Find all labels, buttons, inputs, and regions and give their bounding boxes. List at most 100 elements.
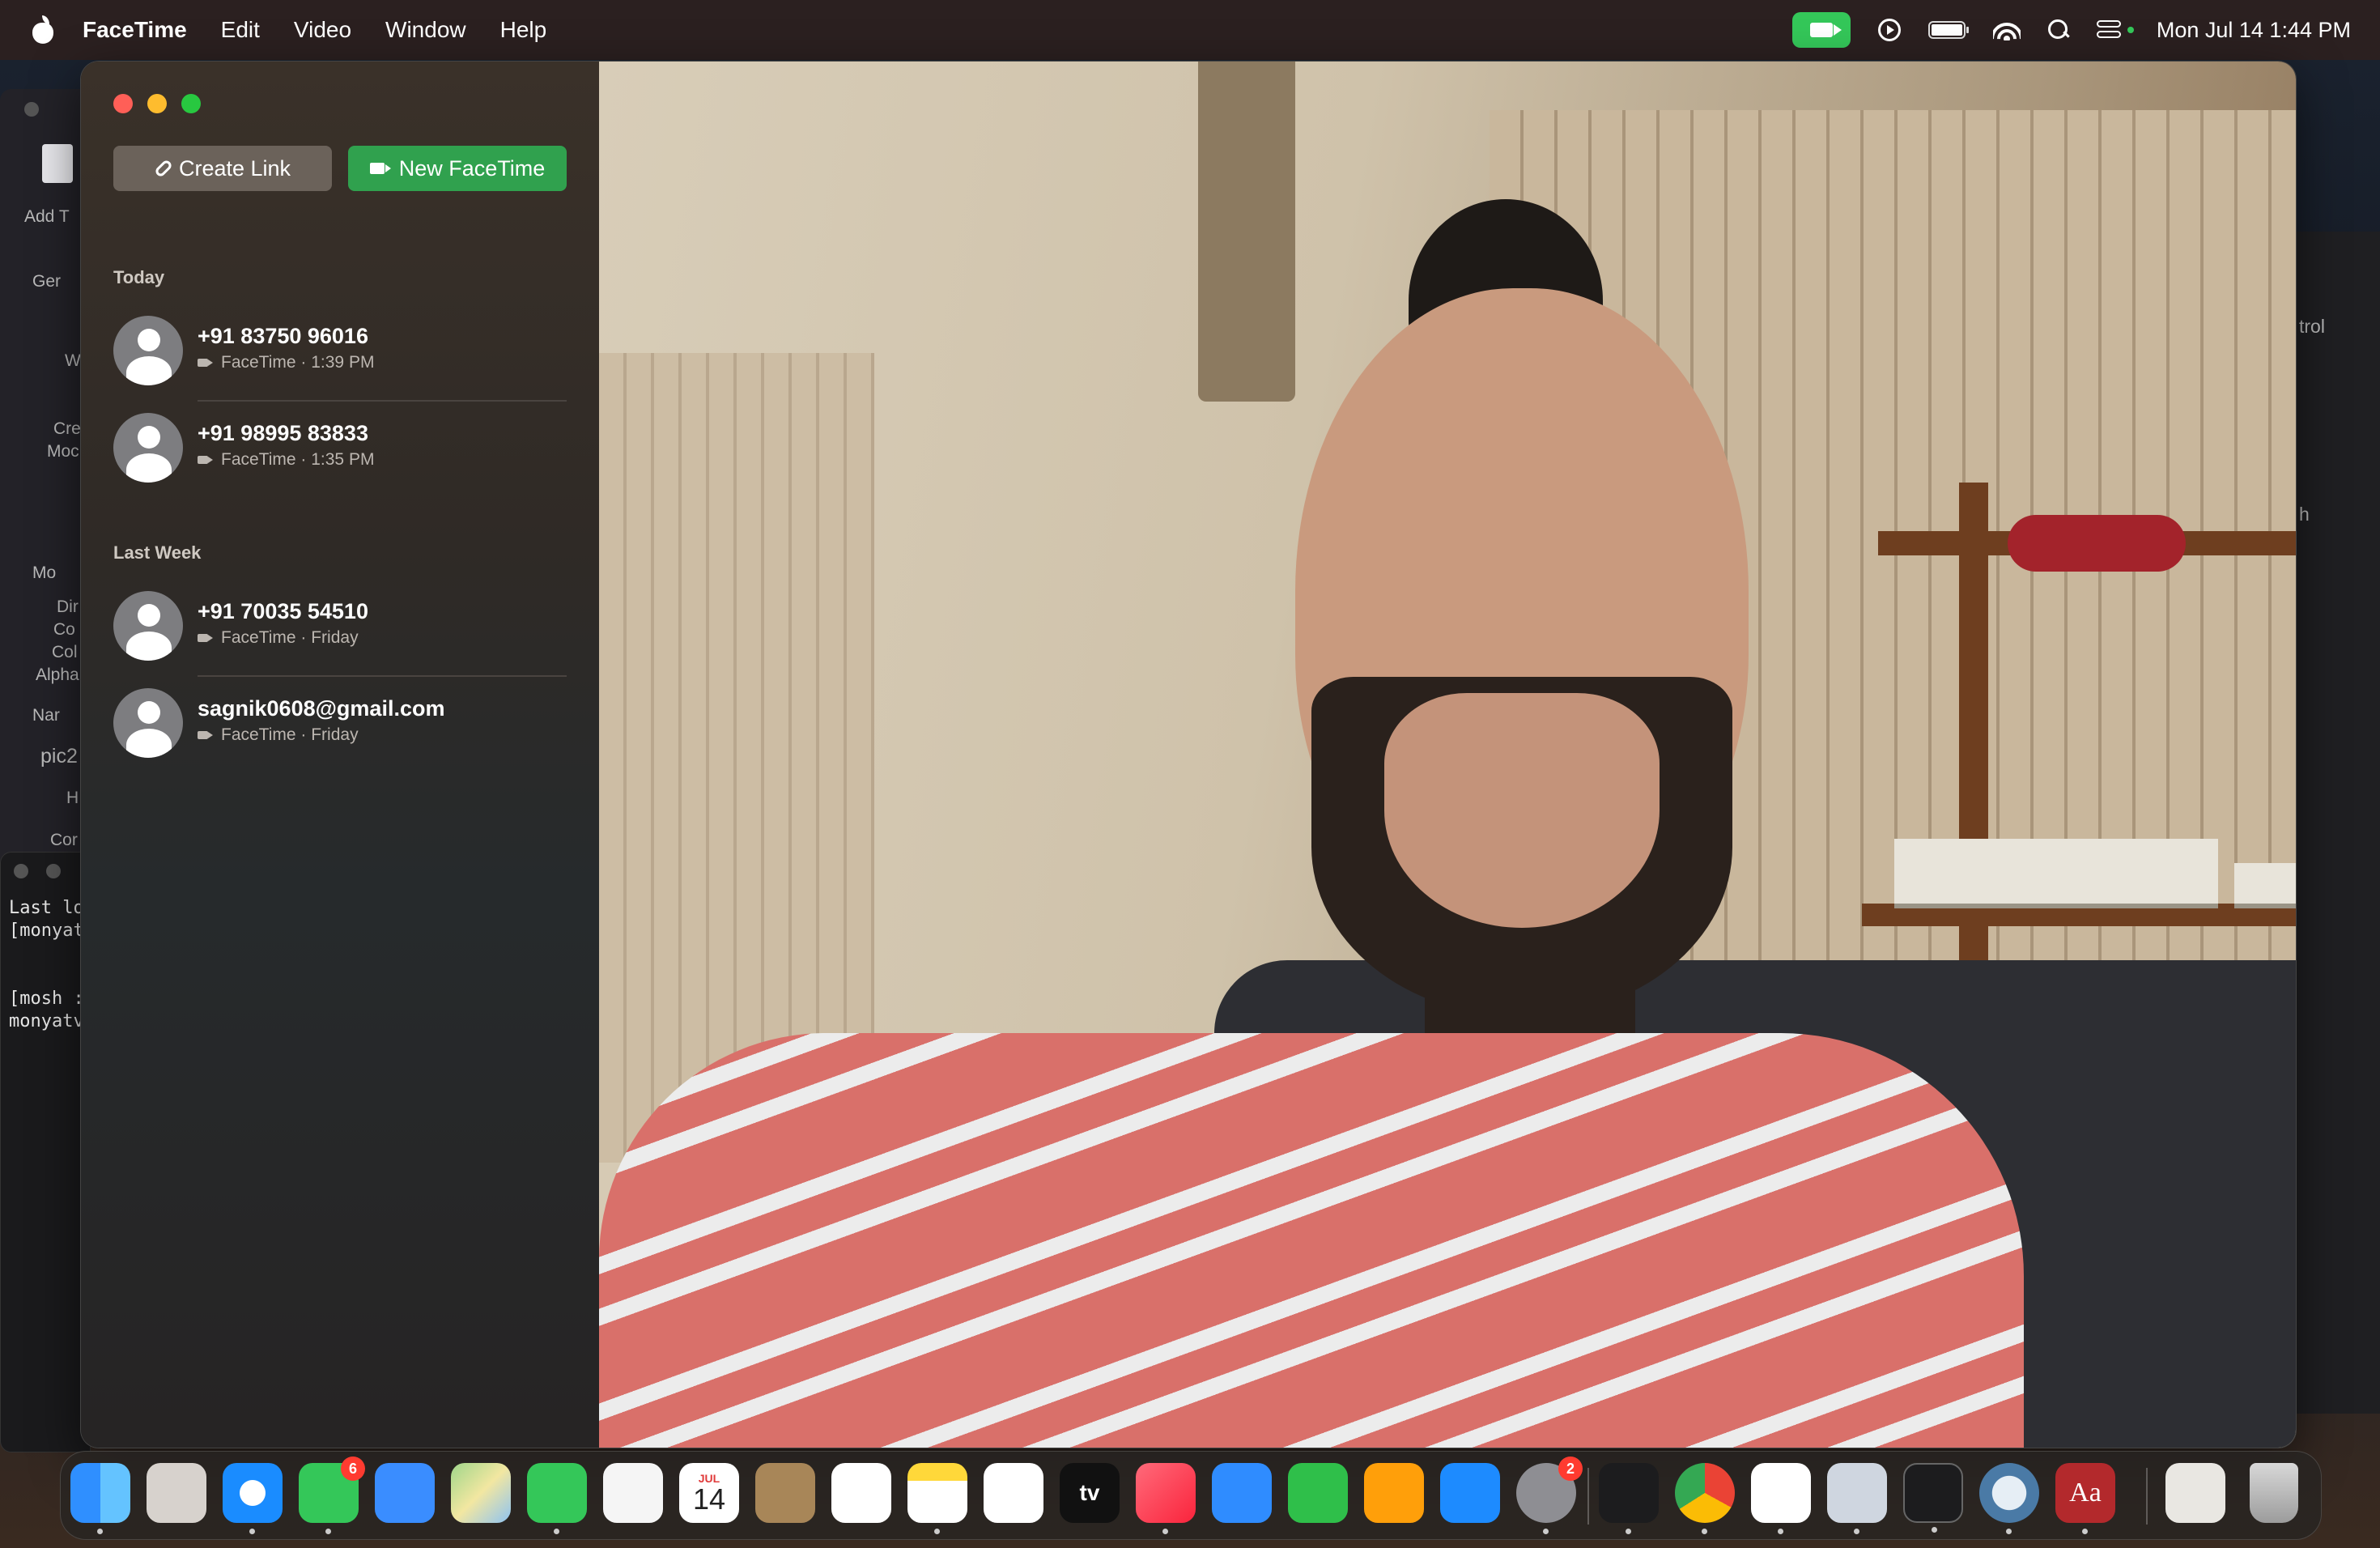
terminal-line: monyatv (9, 1011, 84, 1031)
activity-monitor-icon[interactable] (1599, 1463, 1659, 1534)
section-last-week: Last Week (113, 542, 202, 563)
call-name: +91 83750 96016 (198, 324, 368, 348)
carved-mirror-frame (1198, 62, 1295, 402)
close-button[interactable] (113, 94, 133, 113)
window-close-dot-inactive[interactable] (14, 864, 28, 878)
facetime-icon[interactable] (527, 1463, 587, 1534)
call-name: sagnik0608@gmail.com (198, 696, 445, 721)
reminders-icon[interactable] (831, 1463, 891, 1523)
app-store-icon[interactable] (1440, 1463, 1500, 1523)
call-list-item[interactable]: +91 83750 96016 FaceTime · 1:39 PM (113, 308, 567, 392)
system-settings-icon[interactable]: 2 (1516, 1457, 1583, 1534)
menu-extras: Mon Jul 14 1:44 PM (1791, 0, 2351, 60)
bg-text: Moc (47, 442, 79, 461)
menu-window[interactable]: Window (385, 17, 466, 43)
numbers-icon[interactable] (1288, 1463, 1348, 1523)
call-list-item[interactable]: +91 98995 83833 FaceTime · 1:35 PM (113, 405, 567, 489)
now-playing-icon[interactable] (1877, 19, 1901, 41)
menu-help[interactable]: Help (500, 17, 547, 43)
bg-text: Col (52, 643, 78, 661)
zoom-button[interactable] (181, 94, 201, 113)
bg-text: Cre (53, 419, 81, 438)
wifi-icon[interactable] (1992, 19, 2021, 40)
contacts-icon[interactable] (755, 1463, 815, 1523)
settings-badge: 2 (1558, 1457, 1583, 1481)
terminal-line: Last lo (9, 898, 84, 918)
apple-tv-icon[interactable]: tv (1060, 1463, 1120, 1523)
preview-icon[interactable] (1827, 1463, 1887, 1534)
bg-text: Cor (50, 831, 78, 849)
call-list-item[interactable]: sagnik0608@gmail.com FaceTime · Friday (113, 680, 567, 764)
messages-badge: 6 (341, 1457, 365, 1481)
printer-icon[interactable] (2165, 1463, 2225, 1523)
calendar-icon[interactable]: JUL 14 (679, 1463, 739, 1523)
messages-icon[interactable]: 6 (299, 1457, 365, 1534)
launchpad-icon[interactable] (147, 1463, 206, 1523)
document-icon (42, 144, 73, 183)
facetime-sidebar: Create Link New FaceTime Today +91 83750… (81, 62, 599, 1448)
avatar (113, 316, 183, 385)
bg-text: trol (2299, 316, 2325, 337)
chrome-icon[interactable] (1675, 1463, 1735, 1534)
call-detail-text: FaceTime · 1:35 PM (221, 450, 375, 469)
bg-text: Dir (57, 598, 79, 616)
bg-text: Ger (32, 272, 62, 291)
call-detail: FaceTime · Friday (198, 725, 359, 745)
keynote-icon[interactable] (1212, 1463, 1272, 1523)
call-detail: FaceTime · 1:39 PM (198, 353, 374, 372)
red-pillow (2008, 515, 2186, 572)
call-detail-text: FaceTime · Friday (221, 628, 359, 647)
finder-icon[interactable] (70, 1463, 130, 1534)
background-window-right[interactable]: trol h (2283, 232, 2380, 1414)
bg-text: Mo (32, 563, 57, 582)
video-camera-icon (198, 634, 213, 642)
freeform-icon[interactable] (984, 1463, 1043, 1523)
avatar (113, 688, 183, 758)
safari-icon[interactable] (223, 1463, 283, 1534)
maps-icon[interactable] (451, 1463, 511, 1523)
menu-app-name[interactable]: FaceTime (83, 17, 187, 43)
spotlight-search-icon[interactable] (2047, 19, 2069, 40)
battery-icon[interactable] (1927, 21, 1969, 39)
dock-separator (2146, 1468, 2148, 1525)
create-link-button[interactable]: Create Link (113, 146, 332, 191)
bg-text: Alpha (36, 666, 79, 684)
menu-video[interactable]: Video (294, 17, 351, 43)
vscode-icon[interactable] (1751, 1463, 1811, 1534)
apple-logo-icon[interactable] (31, 15, 55, 44)
new-facetime-label: New FaceTime (398, 155, 546, 181)
link-icon (153, 158, 173, 179)
divider (198, 400, 567, 402)
call-name: +91 70035 54510 (198, 599, 368, 623)
window-minimize-dot-inactive[interactable] (46, 864, 61, 878)
striped-shirt (599, 1033, 2024, 1448)
quicktime-icon[interactable] (1979, 1463, 2039, 1534)
video-camera-icon (369, 163, 391, 174)
terminal-icon[interactable] (1903, 1463, 1963, 1533)
camera-preview (599, 62, 2296, 1448)
mail-icon[interactable] (375, 1463, 435, 1523)
terminal-window[interactable]: Last lo [monyatv [mosh : monyatv (0, 852, 95, 1452)
new-facetime-button[interactable]: New FaceTime (348, 146, 567, 191)
bg-text: h (2299, 504, 2310, 525)
music-icon[interactable] (1136, 1463, 1196, 1534)
video-camera-icon (198, 456, 213, 464)
call-list-item[interactable]: +91 70035 54510 FaceTime · Friday (113, 583, 567, 667)
pages-icon[interactable] (1364, 1463, 1424, 1523)
menu-clock[interactable]: Mon Jul 14 1:44 PM (2157, 18, 2351, 43)
dictionary-icon[interactable]: Aa (2055, 1463, 2115, 1534)
divider (198, 675, 567, 677)
photos-icon[interactable] (603, 1463, 663, 1523)
face-lower (1384, 693, 1660, 928)
facetime-camera-indicator-icon[interactable] (1791, 12, 1851, 48)
trash-icon[interactable] (2250, 1463, 2298, 1523)
control-center-icon[interactable] (2096, 20, 2134, 40)
avatar (113, 591, 183, 661)
create-link-label: Create Link (178, 155, 291, 181)
notes-icon[interactable] (907, 1463, 967, 1534)
menu-edit[interactable]: Edit (221, 17, 260, 43)
minimize-button[interactable] (147, 94, 167, 113)
bg-text: W (65, 351, 81, 370)
apple-tv-label: tv (1079, 1480, 1100, 1505)
window-close-dot-inactive[interactable] (24, 102, 39, 117)
